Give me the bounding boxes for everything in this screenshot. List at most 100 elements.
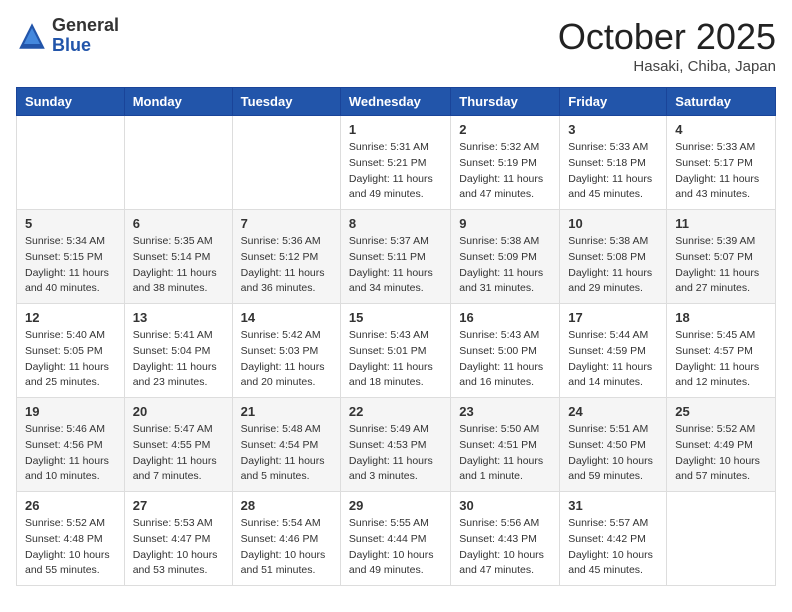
page-header: General Blue October 2025 Hasaki, Chiba,… bbox=[16, 16, 776, 75]
calendar-cell bbox=[232, 116, 340, 210]
day-number: 29 bbox=[349, 498, 442, 513]
calendar-cell: 15Sunrise: 5:43 AM Sunset: 5:01 PM Dayli… bbox=[340, 304, 450, 398]
calendar-cell: 21 Sunrise: 5:48 AM Sunset: 4:54 PM Dayli… bbox=[232, 398, 340, 492]
day-number: 25 bbox=[675, 404, 767, 419]
logo-blue-text: Blue bbox=[52, 36, 119, 56]
calendar-week-row: 12 Sunrise: 5:40 AM Sunset: 5:05 PM Dayli… bbox=[17, 304, 776, 398]
day-info: Sunrise: 5:32 AM Sunset: 5:19 PM Dayligh… bbox=[459, 140, 551, 203]
day-number: 7 bbox=[241, 216, 332, 231]
calendar-cell: 4 Sunrise: 5:33 AM Sunset: 5:17 PM Daylig… bbox=[667, 116, 776, 210]
day-number: 1 bbox=[349, 122, 442, 137]
day-info: Sunrise: 5:47 AM Sunset: 4:55 PM Dayligh… bbox=[133, 422, 224, 485]
day-info: Sunrise: 5:43 AM Sunset: 5:00 PM Dayligh… bbox=[459, 328, 551, 391]
weekday-header: Wednesday bbox=[340, 88, 450, 116]
day-info: Sunrise: 5:45 AM Sunset: 4:57 PM Dayligh… bbox=[675, 328, 767, 391]
day-info: Sunrise: 5:55 AM Sunset: 4:44 PM Dayligh… bbox=[349, 516, 442, 579]
weekday-header: Saturday bbox=[667, 88, 776, 116]
calendar-cell: 12 Sunrise: 5:40 AM Sunset: 5:05 PM Dayli… bbox=[17, 304, 125, 398]
day-info: Sunrise: 5:57 AM Sunset: 4:42 PM Dayligh… bbox=[568, 516, 658, 579]
calendar-cell bbox=[667, 492, 776, 586]
day-number: 27 bbox=[133, 498, 224, 513]
day-info: Sunrise: 5:31 AM Sunset: 5:21 PM Dayligh… bbox=[349, 140, 442, 203]
calendar-cell: 26 Sunrise: 5:52 AM Sunset: 4:48 PM Dayli… bbox=[17, 492, 125, 586]
weekday-header: Friday bbox=[560, 88, 667, 116]
weekday-header: Tuesday bbox=[232, 88, 340, 116]
day-number: 13 bbox=[133, 310, 224, 325]
day-number: 8 bbox=[349, 216, 442, 231]
calendar-cell: 31 Sunrise: 5:57 AM Sunset: 4:42 PM Dayli… bbox=[560, 492, 667, 586]
day-info: Sunrise: 5:52 AM Sunset: 4:48 PM Dayligh… bbox=[25, 516, 116, 579]
day-number: 19 bbox=[25, 404, 116, 419]
day-info: Sunrise: 5:39 AM Sunset: 5:07 PM Dayligh… bbox=[675, 234, 767, 297]
day-info: Sunrise: 5:54 AM Sunset: 4:46 PM Dayligh… bbox=[241, 516, 332, 579]
calendar-cell bbox=[17, 116, 125, 210]
calendar-cell: 6Sunrise: 5:35 AM Sunset: 5:14 PM Daylig… bbox=[124, 210, 232, 304]
calendar-cell: 9Sunrise: 5:38 AM Sunset: 5:09 PM Daylig… bbox=[451, 210, 560, 304]
day-number: 30 bbox=[459, 498, 551, 513]
day-info: Sunrise: 5:34 AM Sunset: 5:15 PM Dayligh… bbox=[25, 234, 116, 297]
day-info: Sunrise: 5:53 AM Sunset: 4:47 PM Dayligh… bbox=[133, 516, 224, 579]
calendar-cell: 23 Sunrise: 5:50 AM Sunset: 4:51 PM Dayli… bbox=[451, 398, 560, 492]
calendar-cell: 30 Sunrise: 5:56 AM Sunset: 4:43 PM Dayli… bbox=[451, 492, 560, 586]
logo-general-text: General bbox=[52, 16, 119, 36]
weekday-header: Monday bbox=[124, 88, 232, 116]
day-number: 5 bbox=[25, 216, 116, 231]
calendar-cell: 8Sunrise: 5:37 AM Sunset: 5:11 PM Daylig… bbox=[340, 210, 450, 304]
day-info: Sunrise: 5:33 AM Sunset: 5:17 PM Dayligh… bbox=[675, 140, 767, 203]
calendar-cell: 1 Sunrise: 5:31 AM Sunset: 5:21 PM Daylig… bbox=[340, 116, 450, 210]
day-info: Sunrise: 5:33 AM Sunset: 5:18 PM Dayligh… bbox=[568, 140, 658, 203]
day-info: Sunrise: 5:42 AM Sunset: 5:03 PM Dayligh… bbox=[241, 328, 332, 391]
day-info: Sunrise: 5:48 AM Sunset: 4:54 PM Dayligh… bbox=[241, 422, 332, 485]
day-number: 14 bbox=[241, 310, 332, 325]
calendar-cell: 10Sunrise: 5:38 AM Sunset: 5:08 PM Dayli… bbox=[560, 210, 667, 304]
day-info: Sunrise: 5:36 AM Sunset: 5:12 PM Dayligh… bbox=[241, 234, 332, 297]
day-info: Sunrise: 5:50 AM Sunset: 4:51 PM Dayligh… bbox=[459, 422, 551, 485]
calendar-cell: 22Sunrise: 5:49 AM Sunset: 4:53 PM Dayli… bbox=[340, 398, 450, 492]
logo-icon bbox=[16, 20, 48, 52]
calendar-cell: 25 Sunrise: 5:52 AM Sunset: 4:49 PM Dayli… bbox=[667, 398, 776, 492]
day-number: 21 bbox=[241, 404, 332, 419]
day-number: 12 bbox=[25, 310, 116, 325]
calendar-week-row: 19 Sunrise: 5:46 AM Sunset: 4:56 PM Dayli… bbox=[17, 398, 776, 492]
day-number: 18 bbox=[675, 310, 767, 325]
day-number: 23 bbox=[459, 404, 551, 419]
day-number: 17 bbox=[568, 310, 658, 325]
logo: General Blue bbox=[16, 16, 119, 56]
day-number: 2 bbox=[459, 122, 551, 137]
calendar-header-row: SundayMondayTuesdayWednesdayThursdayFrid… bbox=[17, 88, 776, 116]
calendar-cell: 16Sunrise: 5:43 AM Sunset: 5:00 PM Dayli… bbox=[451, 304, 560, 398]
day-number: 26 bbox=[25, 498, 116, 513]
day-info: Sunrise: 5:41 AM Sunset: 5:04 PM Dayligh… bbox=[133, 328, 224, 391]
day-info: Sunrise: 5:56 AM Sunset: 4:43 PM Dayligh… bbox=[459, 516, 551, 579]
calendar-cell: 7 Sunrise: 5:36 AM Sunset: 5:12 PM Daylig… bbox=[232, 210, 340, 304]
day-number: 6 bbox=[133, 216, 224, 231]
day-info: Sunrise: 5:43 AM Sunset: 5:01 PM Dayligh… bbox=[349, 328, 442, 391]
calendar-cell: 28Sunrise: 5:54 AM Sunset: 4:46 PM Dayli… bbox=[232, 492, 340, 586]
day-number: 3 bbox=[568, 122, 658, 137]
day-info: Sunrise: 5:46 AM Sunset: 4:56 PM Dayligh… bbox=[25, 422, 116, 485]
calendar-cell: 24Sunrise: 5:51 AM Sunset: 4:50 PM Dayli… bbox=[560, 398, 667, 492]
calendar-cell: 19 Sunrise: 5:46 AM Sunset: 4:56 PM Dayli… bbox=[17, 398, 125, 492]
title-block: October 2025 Hasaki, Chiba, Japan bbox=[558, 16, 776, 75]
day-number: 20 bbox=[133, 404, 224, 419]
calendar-cell: 18 Sunrise: 5:45 AM Sunset: 4:57 PM Dayli… bbox=[667, 304, 776, 398]
location-title: Hasaki, Chiba, Japan bbox=[558, 58, 776, 75]
day-info: Sunrise: 5:38 AM Sunset: 5:09 PM Dayligh… bbox=[459, 234, 551, 297]
day-number: 24 bbox=[568, 404, 658, 419]
calendar-cell: 11 Sunrise: 5:39 AM Sunset: 5:07 PM Dayli… bbox=[667, 210, 776, 304]
day-info: Sunrise: 5:38 AM Sunset: 5:08 PM Dayligh… bbox=[568, 234, 658, 297]
calendar-week-row: 5 Sunrise: 5:34 AM Sunset: 5:15 PM Daylig… bbox=[17, 210, 776, 304]
calendar-cell: 27 Sunrise: 5:53 AM Sunset: 4:47 PM Dayli… bbox=[124, 492, 232, 586]
calendar-week-row: 26 Sunrise: 5:52 AM Sunset: 4:48 PM Dayli… bbox=[17, 492, 776, 586]
calendar-cell: 20 Sunrise: 5:47 AM Sunset: 4:55 PM Dayli… bbox=[124, 398, 232, 492]
calendar-cell: 3 Sunrise: 5:33 AM Sunset: 5:18 PM Daylig… bbox=[560, 116, 667, 210]
day-info: Sunrise: 5:52 AM Sunset: 4:49 PM Dayligh… bbox=[675, 422, 767, 485]
calendar-cell: 2 Sunrise: 5:32 AM Sunset: 5:19 PM Daylig… bbox=[451, 116, 560, 210]
day-number: 31 bbox=[568, 498, 658, 513]
day-number: 4 bbox=[675, 122, 767, 137]
day-info: Sunrise: 5:40 AM Sunset: 5:05 PM Dayligh… bbox=[25, 328, 116, 391]
day-number: 11 bbox=[675, 216, 767, 231]
calendar-cell bbox=[124, 116, 232, 210]
calendar-cell: 17Sunrise: 5:44 AM Sunset: 4:59 PM Dayli… bbox=[560, 304, 667, 398]
calendar-cell: 14 Sunrise: 5:42 AM Sunset: 5:03 PM Dayli… bbox=[232, 304, 340, 398]
